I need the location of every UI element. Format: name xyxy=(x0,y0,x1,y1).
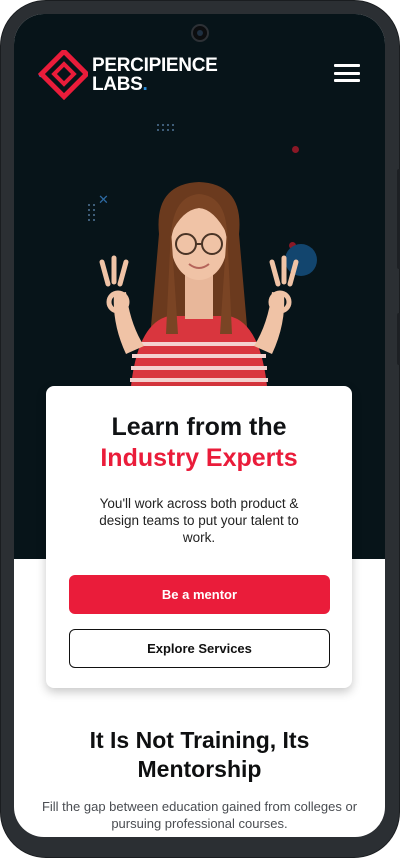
hero-card: Learn from the Industry Experts You'll w… xyxy=(46,386,352,688)
screen: ✕ PERCIPIENCE LABS. Learn from the Indus… xyxy=(14,14,385,837)
explore-services-button[interactable]: Explore Services xyxy=(69,629,330,668)
be-a-mentor-button[interactable]: Be a mentor xyxy=(69,575,330,614)
decorative-red-dot xyxy=(292,146,299,153)
section-title: It Is Not Training, Its Mentorship xyxy=(89,727,310,782)
hero-title: Learn from the Industry Experts xyxy=(46,412,352,474)
decorative-dot-grid xyxy=(157,124,174,131)
phone-frame: ✕ PERCIPIENCE LABS. Learn from the Indus… xyxy=(0,0,400,858)
hero-description: You'll work across both product & design… xyxy=(99,496,299,545)
hamburger-menu-icon[interactable] xyxy=(334,62,360,82)
brand-name-labs: LABS xyxy=(92,74,143,95)
hero-title-line1: Learn from the xyxy=(111,413,287,441)
logo-mark-icon xyxy=(38,50,88,100)
section-description: Fill the gap between education gained fr… xyxy=(41,799,358,831)
hero-person-image xyxy=(99,182,299,414)
brand-name: PERCIPIENCE LABS. xyxy=(92,56,218,94)
brand-dot: . xyxy=(142,74,148,95)
front-camera xyxy=(191,24,209,42)
brand-name-line1: PERCIPIENCE xyxy=(92,55,218,76)
brand-logo[interactable]: PERCIPIENCE LABS. xyxy=(38,50,218,100)
brand-name-line2: LABS. xyxy=(92,75,218,94)
hero-title-line2: Industry Experts xyxy=(100,444,298,472)
